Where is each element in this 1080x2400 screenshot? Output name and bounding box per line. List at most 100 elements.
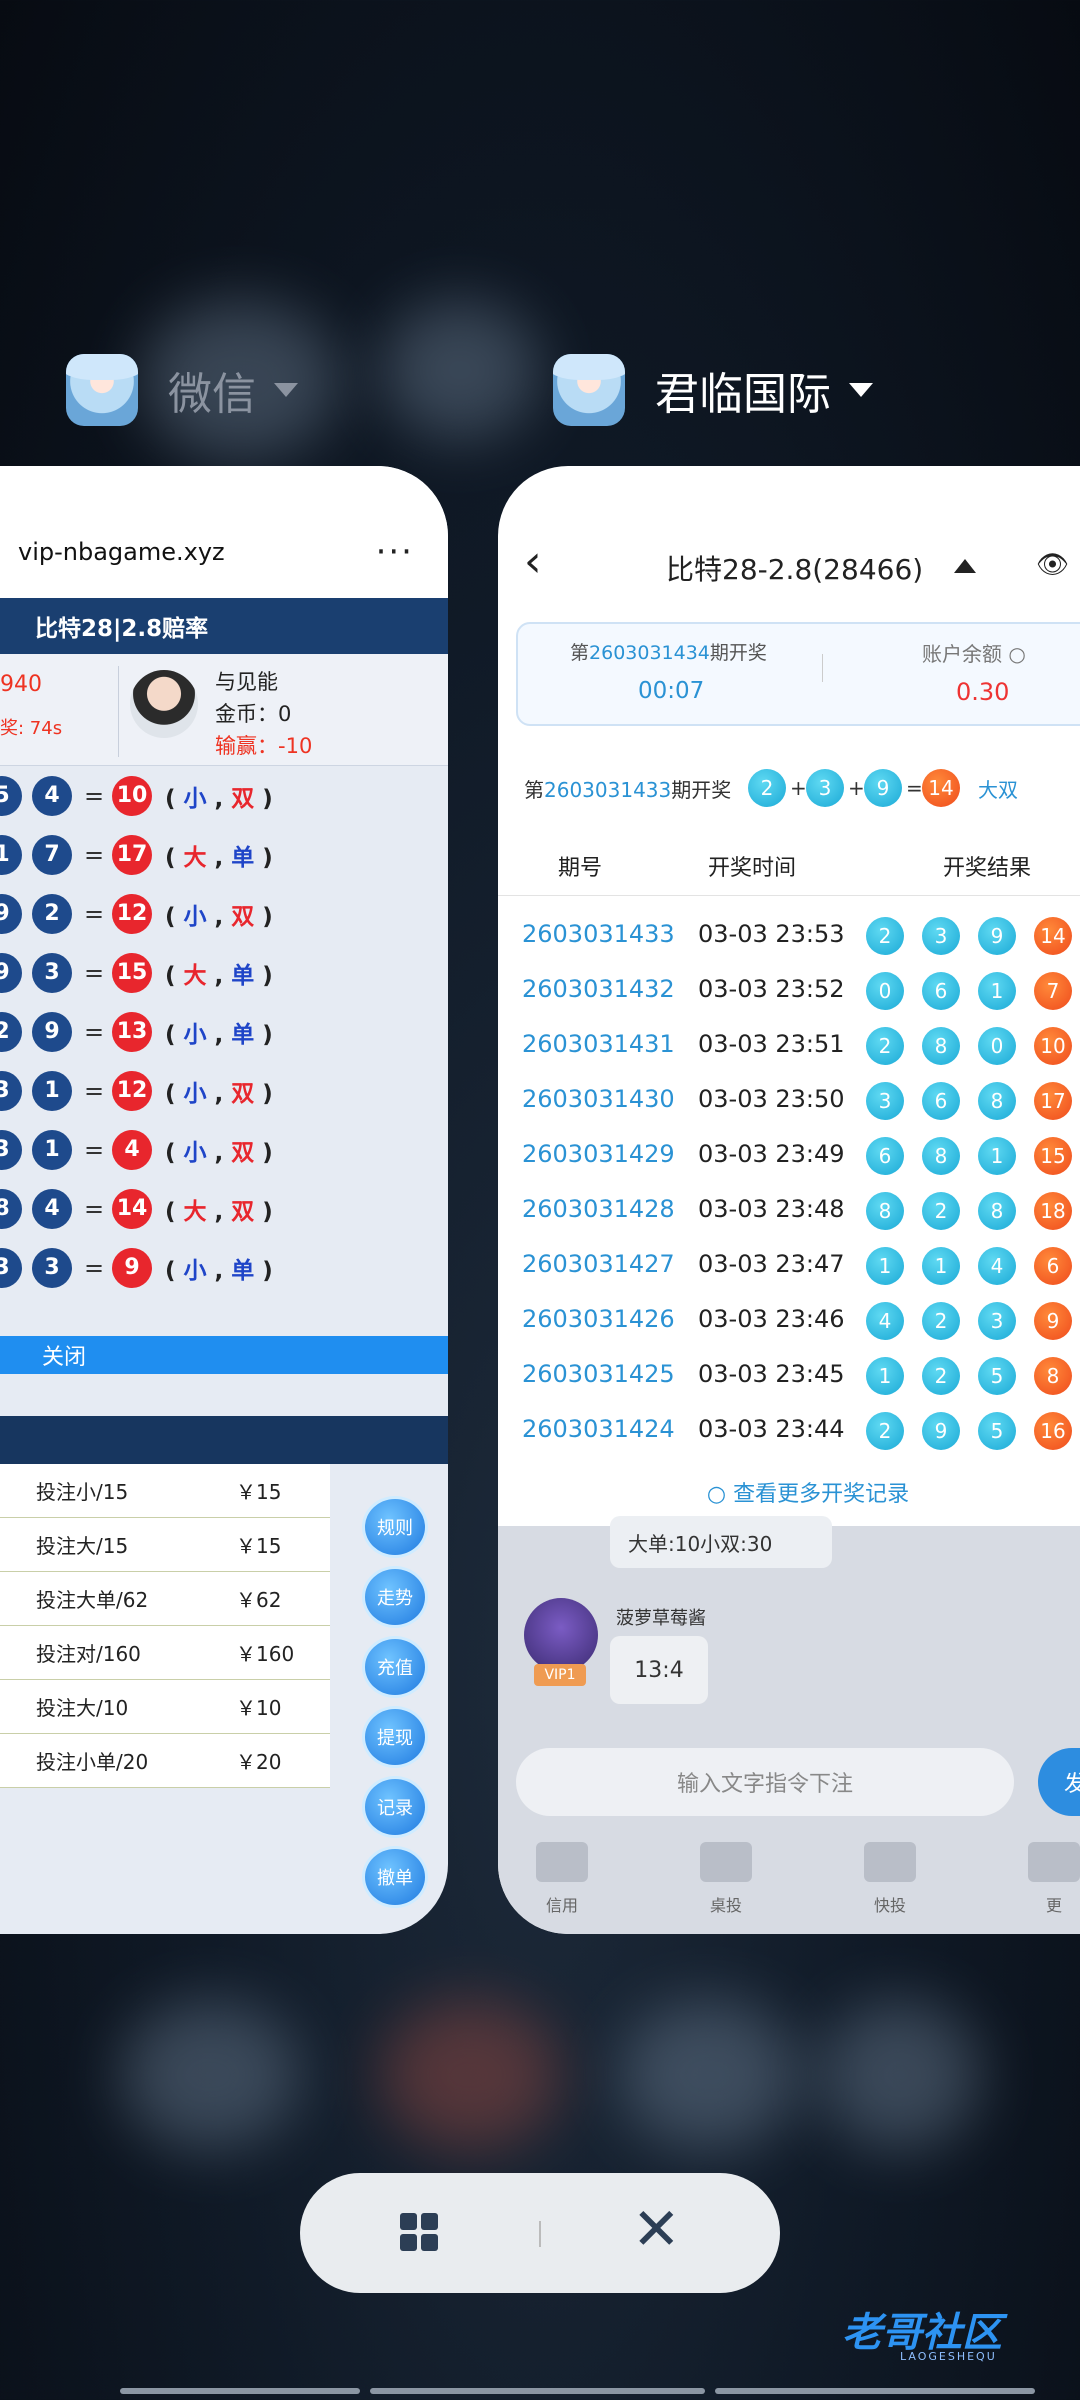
- tab-item[interactable]: 桌投: [686, 1842, 766, 1916]
- period-id[interactable]: 2603031426: [522, 1305, 675, 1333]
- draw-time: 03-03 23:51: [698, 1030, 845, 1058]
- result-ball: 3: [866, 1082, 904, 1120]
- table-row[interactable]: 2603031431 03-03 23:51 2 8 0 10: [498, 1018, 1080, 1073]
- page-title[interactable]: 比特28-2.8(28466): [666, 548, 923, 588]
- result-ball: 17: [1034, 1082, 1072, 1120]
- draw-time: 03-03 23:44: [698, 1415, 845, 1443]
- side-button[interactable]: 充值: [362, 1636, 428, 1698]
- refresh-icon[interactable]: ○: [1008, 642, 1025, 666]
- bet-row: 投注大/15 ￥15: [0, 1518, 330, 1572]
- side-button[interactable]: 记录: [362, 1776, 428, 1838]
- result-ball: 6: [1034, 1247, 1072, 1285]
- vip-badge: VIP1: [534, 1664, 586, 1686]
- result-ball: 9: [978, 917, 1016, 955]
- result-ball: 2: [866, 917, 904, 955]
- result-ball: 6: [922, 972, 960, 1010]
- draw-time: 03-03 23:46: [698, 1305, 845, 1333]
- result-ball: 10: [1034, 1027, 1072, 1065]
- chat-message: 13:4: [610, 1636, 708, 1704]
- close-button[interactable]: 关闭: [0, 1336, 448, 1374]
- chat-user-name: 菠萝草莓酱: [616, 1608, 706, 1629]
- number-ball: 8: [0, 1188, 22, 1229]
- left-app-name: 微信: [168, 369, 256, 420]
- period-id[interactable]: 2603031432: [522, 975, 675, 1003]
- send-button[interactable]: 发: [1038, 1748, 1080, 1816]
- result-label: ( 大 , 单 ): [165, 844, 273, 871]
- draw-time: 03-03 23:49: [698, 1140, 845, 1168]
- command-input[interactable]: 输入文字指令下注: [516, 1748, 1014, 1816]
- sum-ball: 12: [112, 1070, 152, 1111]
- table-row[interactable]: 2603031426 03-03 23:46 4 2 3 9: [498, 1293, 1080, 1348]
- table-row[interactable]: 2603031433 03-03 23:53 2 3 9 14: [498, 908, 1080, 963]
- result-row: 3 1 = 4( 小 , 双 ): [0, 1120, 448, 1179]
- result-row: 3 3 = 9( 小 , 单 ): [0, 1238, 448, 1297]
- table-row[interactable]: 2603031424 03-03 23:44 2 9 5 16: [498, 1403, 1080, 1458]
- eye-icon[interactable]: 👁: [1036, 550, 1069, 580]
- draw-time: 03-03 23:47: [698, 1250, 845, 1278]
- wechat-app-icon: [66, 354, 138, 426]
- avatar: [130, 670, 198, 738]
- period-id[interactable]: 2603031429: [522, 1140, 675, 1168]
- tab-item[interactable]: 更: [1014, 1842, 1080, 1916]
- period-id[interactable]: 2603031424: [522, 1415, 675, 1443]
- last-draw: 第2603031433期开奖 大双 2 +3 +9 = 14: [498, 738, 1080, 838]
- result-ball: 16: [1034, 1412, 1072, 1450]
- draw-time: 03-03 23:53: [698, 920, 845, 948]
- result-ball: 1: [978, 972, 1016, 1010]
- right-app-header[interactable]: 君临国际: [553, 350, 873, 430]
- period-id[interactable]: 2603031431: [522, 1030, 675, 1058]
- period-id[interactable]: 2603031428: [522, 1195, 675, 1223]
- number-ball: 4: [32, 775, 72, 816]
- grid-icon[interactable]: [400, 2213, 440, 2253]
- chat-area: 大单:10小双:30 VIP1 菠萝草莓酱 13:4 输入文字指令下注 发 信用…: [498, 1516, 1080, 1934]
- result-row: 2 9 = 13( 小 , 单 ): [0, 1002, 448, 1061]
- result-ball: 1: [866, 1357, 904, 1395]
- table-row[interactable]: 2603031430 03-03 23:50 3 6 8 17: [498, 1073, 1080, 1128]
- back-icon[interactable]: ‹: [524, 536, 542, 587]
- period-id[interactable]: 2603031433: [522, 920, 675, 948]
- tab-icon: [536, 1842, 588, 1882]
- period-id[interactable]: 2603031427: [522, 1250, 675, 1278]
- bet-amount: ￥10: [236, 1696, 282, 1720]
- chevron-down-icon[interactable]: [849, 383, 873, 397]
- results-list: 5 4 = 10( 小 , 双 ) 1 7 = 17( 大 , 单 ) 9 2 = 12( 小 , 双…: [0, 766, 448, 1297]
- more-icon[interactable]: ···: [376, 532, 414, 572]
- sum-ball: 17: [112, 834, 152, 875]
- side-button[interactable]: 撤单: [362, 1846, 428, 1908]
- left-app-card[interactable]: vip-nbagame.xyz ··· 比特28|2.8赔率 940 奖: 74…: [0, 466, 448, 1934]
- period-id[interactable]: 2603031430: [522, 1085, 675, 1113]
- result-ball: 1: [922, 1247, 960, 1285]
- more-records-link[interactable]: ○ 查看更多开奖记录: [498, 1476, 1080, 1508]
- number-ball: 1: [32, 1129, 72, 1170]
- tab-item[interactable]: 信用: [522, 1842, 602, 1916]
- home-indicator: [370, 2388, 705, 2394]
- side-button[interactable]: 提现: [362, 1706, 428, 1768]
- table-row[interactable]: 2603031427 03-03 23:47 1 1 4 6: [498, 1238, 1080, 1293]
- chevron-down-icon[interactable]: [274, 383, 298, 397]
- left-app-header[interactable]: 微信: [66, 350, 298, 430]
- current-draw-panel: 第2603031434期开奖 00:07 账户余额 ○ 0.30: [516, 622, 1080, 726]
- number-ball: 3: [0, 1247, 22, 1288]
- right-app-card[interactable]: ‹ 比特28-2.8(28466) 👁 第2603031434期开奖 00:07…: [498, 466, 1080, 1934]
- table-row[interactable]: 2603031425 03-03 23:45 1 2 5 8: [498, 1348, 1080, 1403]
- side-button[interactable]: 走势: [362, 1566, 428, 1628]
- table-row[interactable]: 2603031428 03-03 23:48 8 2 8 18: [498, 1183, 1080, 1238]
- result-ball: 9: [864, 769, 902, 807]
- result-ball: 4: [978, 1247, 1016, 1285]
- table-row[interactable]: 2603031429 03-03 23:49 6 8 1 15: [498, 1128, 1080, 1183]
- bet-name: 投注对/160: [36, 1642, 141, 1666]
- tab-item[interactable]: 快投: [850, 1842, 930, 1916]
- draw-time: 03-03 23:52: [698, 975, 845, 1003]
- table-row[interactable]: 2603031432 03-03 23:52 0 6 1 7: [498, 963, 1080, 1018]
- right-app-name: 君临国际: [655, 369, 831, 420]
- side-button[interactable]: 规则: [362, 1496, 428, 1558]
- period-id[interactable]: 2603031425: [522, 1360, 675, 1388]
- close-all-icon[interactable]: ✕: [632, 2195, 681, 2263]
- result-ball: 2: [922, 1302, 960, 1340]
- current-period-label: 第2603031434期开奖: [570, 642, 767, 664]
- sum-ball: 10: [112, 775, 152, 816]
- chevron-up-icon[interactable]: [954, 559, 976, 573]
- winloss-label: 输赢：-10: [215, 734, 313, 758]
- result-ball: 14: [922, 769, 960, 807]
- band-title: 比特28|2.8赔率: [0, 598, 448, 654]
